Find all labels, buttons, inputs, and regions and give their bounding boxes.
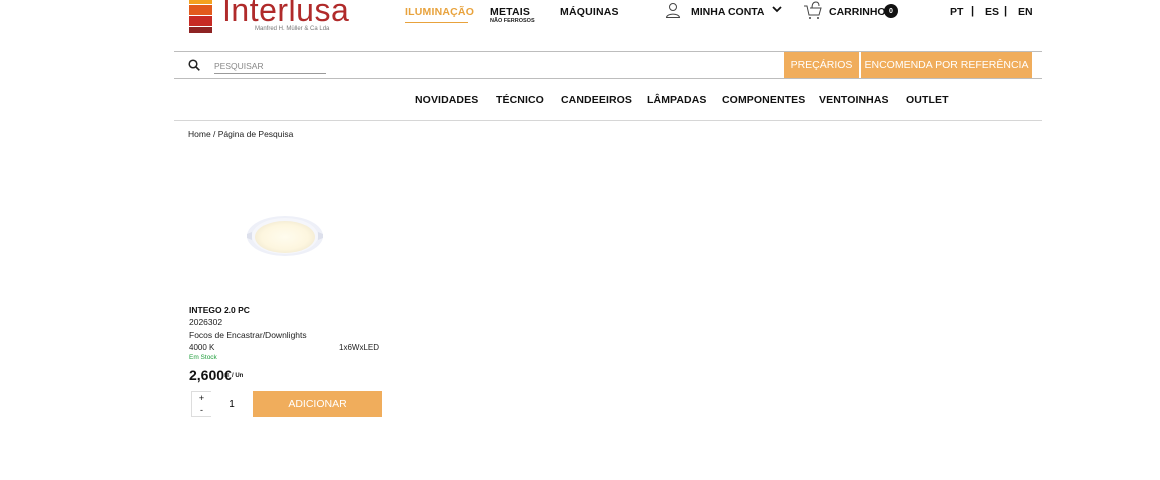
category-componentes[interactable]: COMPONENTES [722, 94, 805, 106]
lang-es[interactable]: ES [985, 6, 999, 18]
cart-count-badge: 0 [884, 4, 898, 18]
category-lampadas[interactable]: LÂMPADAS [647, 94, 707, 106]
nav-iluminacao[interactable]: ILUMINAÇÃO [405, 6, 474, 18]
logo-stripe [189, 0, 212, 4]
product-color-temperature: 4000 K [189, 343, 215, 352]
quantity-input[interactable] [212, 391, 252, 417]
logo-stripe [189, 5, 212, 15]
nav-maquinas[interactable]: MÁQUINAS [560, 6, 619, 18]
product-reference: 2026302 [189, 317, 223, 327]
price-unit: / Un [232, 373, 244, 379]
cart-link[interactable]: CARRINHO [829, 6, 886, 18]
lang-en[interactable]: EN [1018, 6, 1033, 18]
category-candeeiros[interactable]: CANDEEIROS [561, 94, 632, 106]
logo-subtitle: Manfred H. Müller & Ca Lda [255, 26, 330, 32]
lang-separator: | [971, 5, 975, 17]
logo-registered-mark: ® [338, 0, 343, 1]
chevron-down-icon[interactable] [771, 3, 783, 15]
account-link[interactable]: MINHA CONTA [691, 6, 765, 18]
precarios-button[interactable]: PREÇÁRIOS [784, 52, 859, 78]
nav-metais[interactable]: METAIS [490, 6, 530, 18]
nav-metais-sublabel[interactable]: NÃO FERROSOS [490, 18, 535, 24]
logo-stripe [189, 27, 212, 33]
category-ventoinhas[interactable]: VENTOINHAS [819, 94, 889, 106]
lang-pt[interactable]: PT [950, 6, 963, 18]
category-outlet[interactable]: OUTLET [906, 94, 949, 106]
add-to-cart-button[interactable]: ADICIONAR [253, 391, 382, 417]
divider-categories [174, 120, 1042, 121]
category-novidades[interactable]: NOVIDADES [415, 94, 478, 106]
logo-wordmark: Interlusa [222, 0, 350, 28]
logo-mark [189, 0, 212, 34]
lang-separator: | [1004, 5, 1008, 17]
encomenda-referencia-button[interactable]: ENCOMENDA POR REFERÊNCIA [861, 52, 1032, 78]
logo[interactable]: Interlusa ® Manfred H. Müller & Ca Lda [189, 0, 349, 36]
search-input[interactable] [214, 58, 326, 74]
category-tecnico[interactable]: TÉCNICO [496, 94, 544, 106]
product-name[interactable]: INTEGO 2.0 PC [189, 305, 250, 315]
product-price: 2,600€ [189, 367, 232, 383]
quantity-increment-button[interactable]: + [191, 391, 211, 404]
user-icon[interactable] [665, 2, 681, 18]
search-icon[interactable] [188, 59, 200, 71]
stock-status: Em Stock [189, 354, 217, 361]
active-nav-underline [405, 22, 468, 23]
logo-stripe [189, 16, 212, 26]
product-image[interactable] [244, 210, 326, 260]
product-power: 1x6WxLED [339, 343, 380, 352]
quantity-decrement-button[interactable]: - [191, 404, 211, 417]
product-category: Focos de Encastrar/Downlights [189, 330, 307, 340]
breadcrumb[interactable]: Home / Página de Pesquisa [188, 129, 293, 139]
divider-search [174, 78, 1042, 79]
cart-icon[interactable] [803, 0, 823, 20]
